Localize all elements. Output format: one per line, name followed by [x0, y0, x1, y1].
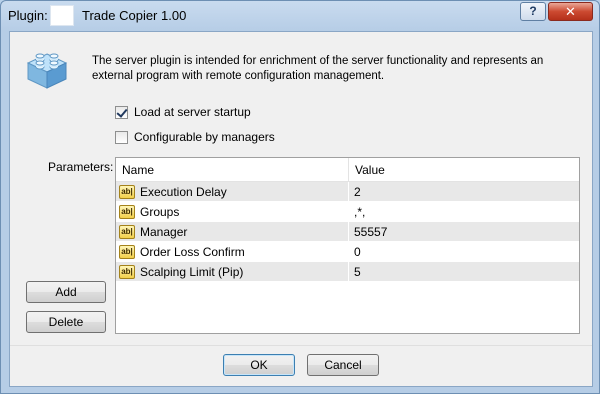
- parameters-table[interactable]: Name Value ab| Execution Delay 2 ab| Group…: [115, 157, 580, 334]
- load-at-startup-option[interactable]: Load at server startup: [115, 104, 251, 120]
- param-value[interactable]: 55557: [349, 222, 579, 241]
- param-name: Execution Delay: [140, 184, 227, 199]
- title-bar[interactable]: Plugin: Trade Copier 1.00 ? ✕: [1, 1, 599, 31]
- table-header: Name Value: [116, 158, 579, 182]
- column-header-name[interactable]: Name: [116, 158, 349, 181]
- table-row[interactable]: ab| Scalping Limit (Pip) 5: [116, 262, 579, 282]
- parameters-label: Parameters:: [48, 160, 114, 174]
- table-row[interactable]: ab| Groups ,*,: [116, 202, 579, 222]
- dialog-body: The server plugin is intended for enrich…: [9, 31, 593, 387]
- window-title: Trade Copier 1.00: [82, 8, 187, 23]
- param-name: Order Loss Confirm: [140, 244, 245, 259]
- ok-button[interactable]: OK: [223, 354, 295, 376]
- text-value-icon: ab|: [119, 204, 135, 219]
- param-value[interactable]: ,*,: [349, 202, 579, 221]
- load-at-startup-label: Load at server startup: [134, 105, 251, 119]
- configurable-by-managers-label: Configurable by managers: [134, 130, 275, 144]
- param-value[interactable]: 0: [349, 242, 579, 261]
- help-button[interactable]: ?: [520, 2, 546, 21]
- text-value-icon: ab|: [119, 244, 135, 259]
- table-row[interactable]: ab| Manager 55557: [116, 222, 579, 242]
- param-value[interactable]: 5: [349, 262, 579, 281]
- load-at-startup-checkbox[interactable]: [115, 105, 128, 119]
- text-value-icon: ab|: [119, 184, 135, 199]
- add-button[interactable]: Add: [26, 281, 106, 303]
- text-value-icon: ab|: [119, 264, 135, 279]
- plugin-dialog-window: Plugin: Trade Copier 1.00 ? ✕ The server…: [0, 0, 600, 394]
- lego-brick-icon: [26, 53, 68, 89]
- plugin-description: The server plugin is intended for enrich…: [92, 55, 544, 82]
- configurable-by-managers-option[interactable]: Configurable by managers: [115, 129, 275, 145]
- table-row[interactable]: ab| Execution Delay 2: [116, 182, 579, 202]
- configurable-by-managers-checkbox[interactable]: [115, 130, 128, 144]
- param-value[interactable]: 2: [349, 182, 579, 201]
- param-name: Groups: [140, 204, 180, 219]
- close-icon: ✕: [565, 4, 576, 19]
- close-button[interactable]: ✕: [548, 2, 593, 21]
- title-icon-placeholder: [50, 5, 74, 26]
- column-header-value[interactable]: Value: [349, 158, 579, 181]
- question-icon: ?: [529, 4, 537, 18]
- param-name: Manager: [140, 224, 188, 239]
- cancel-button[interactable]: Cancel: [307, 354, 379, 376]
- title-prefix: Plugin:: [8, 8, 48, 23]
- param-name: Scalping Limit (Pip): [140, 264, 244, 279]
- footer-divider: [10, 345, 592, 346]
- delete-button[interactable]: Delete: [26, 311, 106, 333]
- text-value-icon: ab|: [119, 224, 135, 239]
- table-row[interactable]: ab| Order Loss Confirm 0: [116, 242, 579, 262]
